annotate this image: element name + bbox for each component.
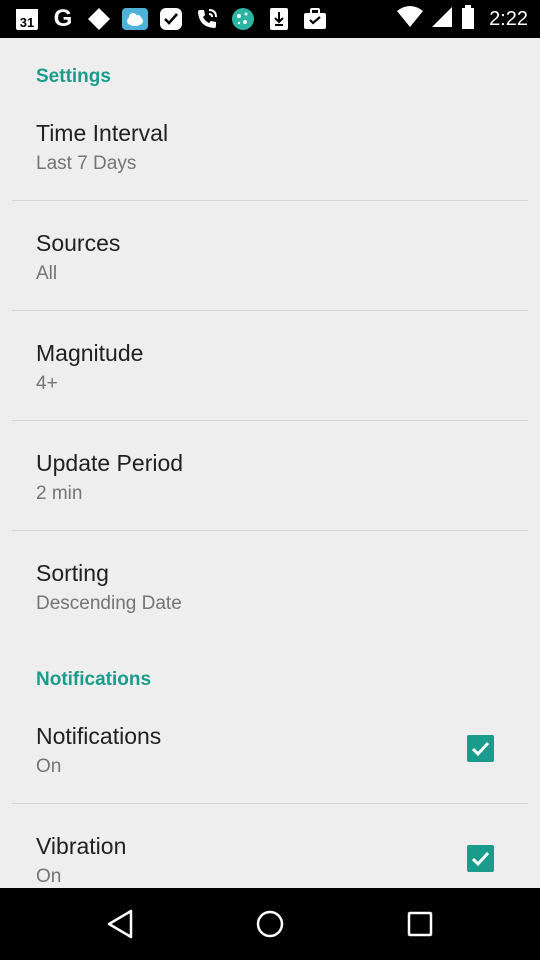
calendar-icon: 31 xyxy=(14,6,40,32)
signal-icon xyxy=(431,6,453,33)
system-status: 2:22 xyxy=(397,4,528,34)
pref-title: Magnitude xyxy=(36,340,144,366)
settings-section-header: Settings xyxy=(36,66,111,87)
pref-summary: On xyxy=(36,866,62,887)
pref-summary: 4+ xyxy=(36,373,58,394)
pref-summary: Last 7 Days xyxy=(36,153,137,174)
notification-icons: 31 G xyxy=(14,5,328,32)
check-icon xyxy=(471,851,490,867)
notifications-checkbox[interactable] xyxy=(467,735,494,762)
back-icon xyxy=(107,909,133,939)
google-letter: G xyxy=(53,5,73,32)
navigation-bar xyxy=(0,888,540,960)
download-icon xyxy=(266,6,292,32)
pref-sorting[interactable]: Sorting Descending Date xyxy=(0,560,540,670)
wifi-icon xyxy=(397,5,424,33)
settings-list[interactable]: Settings Time Interval Last 7 Days Sourc… xyxy=(0,38,540,888)
pref-summary: Descending Date xyxy=(36,593,182,614)
recents-button[interactable] xyxy=(400,906,440,942)
pref-sources[interactable]: Sources All xyxy=(0,230,540,340)
vibration-checkbox[interactable] xyxy=(467,845,494,872)
pref-magnitude[interactable]: Magnitude 4+ xyxy=(0,340,540,450)
phone-wifi-icon xyxy=(194,6,220,32)
divider xyxy=(12,803,528,804)
pref-title: Sorting xyxy=(36,560,109,586)
home-button[interactable] xyxy=(250,906,290,942)
pref-title: Update Period xyxy=(36,450,184,476)
pref-summary: All xyxy=(36,263,58,284)
check-icon xyxy=(471,741,490,757)
pref-summary: On xyxy=(36,756,62,777)
divider xyxy=(12,420,528,421)
home-icon xyxy=(256,910,284,938)
notifications-section-header: Notifications xyxy=(36,669,152,690)
pref-vibration[interactable]: Vibration On xyxy=(0,833,540,888)
battery-icon xyxy=(461,4,475,34)
pref-title: Notifications xyxy=(36,723,162,749)
pref-time-interval[interactable]: Time Interval Last 7 Days xyxy=(0,120,540,230)
divider xyxy=(12,530,528,531)
globe-icon xyxy=(230,6,256,32)
google-icon: G xyxy=(50,5,76,32)
diamond-icon xyxy=(86,6,112,32)
recents-icon xyxy=(407,911,433,937)
pref-update-period[interactable]: Update Period 2 min xyxy=(0,450,540,560)
divider xyxy=(12,310,528,311)
divider xyxy=(12,200,528,201)
pref-title: Vibration xyxy=(36,833,127,859)
pref-title: Sources xyxy=(36,230,121,256)
status-time: 2:22 xyxy=(489,7,528,30)
pref-summary: 2 min xyxy=(36,483,83,504)
calendar-day: 31 xyxy=(20,15,34,30)
check-bubble-icon xyxy=(158,6,184,32)
briefcase-icon xyxy=(302,6,328,32)
pref-title: Time Interval xyxy=(36,120,169,146)
cloud-icon xyxy=(122,6,148,32)
status-bar: 31 G 2:22 xyxy=(0,0,540,38)
back-button[interactable] xyxy=(100,906,140,942)
pref-notifications[interactable]: Notifications On xyxy=(0,723,540,833)
